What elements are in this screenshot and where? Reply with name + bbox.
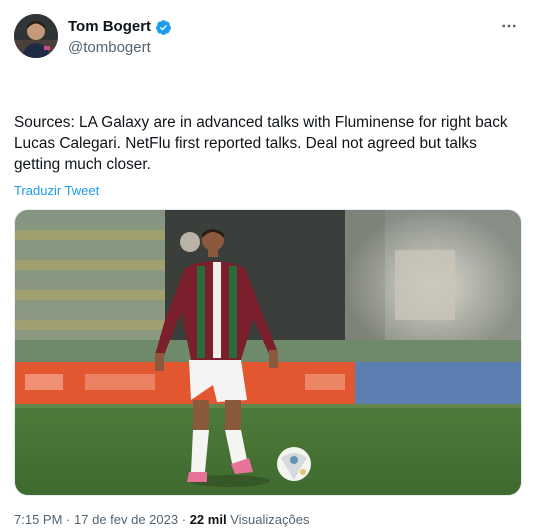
avatar[interactable] — [14, 14, 58, 58]
author-handle[interactable]: @tombogert — [68, 38, 172, 58]
tweet-time[interactable]: 7:15 PM — [14, 512, 62, 527]
author-block: Tom Bogert @tombogert — [68, 17, 172, 58]
translate-tweet-link[interactable]: Traduzir Tweet — [14, 183, 99, 199]
views-label: Visualizações — [230, 512, 310, 527]
tweet-date[interactable]: 17 de fev de 2023 — [74, 512, 178, 527]
tweet-paragraph: Sources: LA Galaxy are in advanced talks… — [14, 114, 512, 173]
views-count: 22 mil — [189, 512, 227, 527]
tweet-card: Tom Bogert @tombogert Sources: LA Galaxy… — [0, 0, 539, 532]
verified-badge-icon — [155, 19, 172, 36]
name-row: Tom Bogert — [68, 17, 172, 37]
tweet-meta: 7:15 PM · 17 de fev de 2023 · 22 mil Vis… — [14, 511, 309, 529]
meta-separator: · — [66, 512, 71, 527]
tweet-photo[interactable] — [14, 209, 522, 496]
more-options-icon[interactable] — [497, 14, 521, 38]
author-name[interactable]: Tom Bogert — [68, 17, 151, 37]
meta-separator: · — [181, 512, 187, 527]
